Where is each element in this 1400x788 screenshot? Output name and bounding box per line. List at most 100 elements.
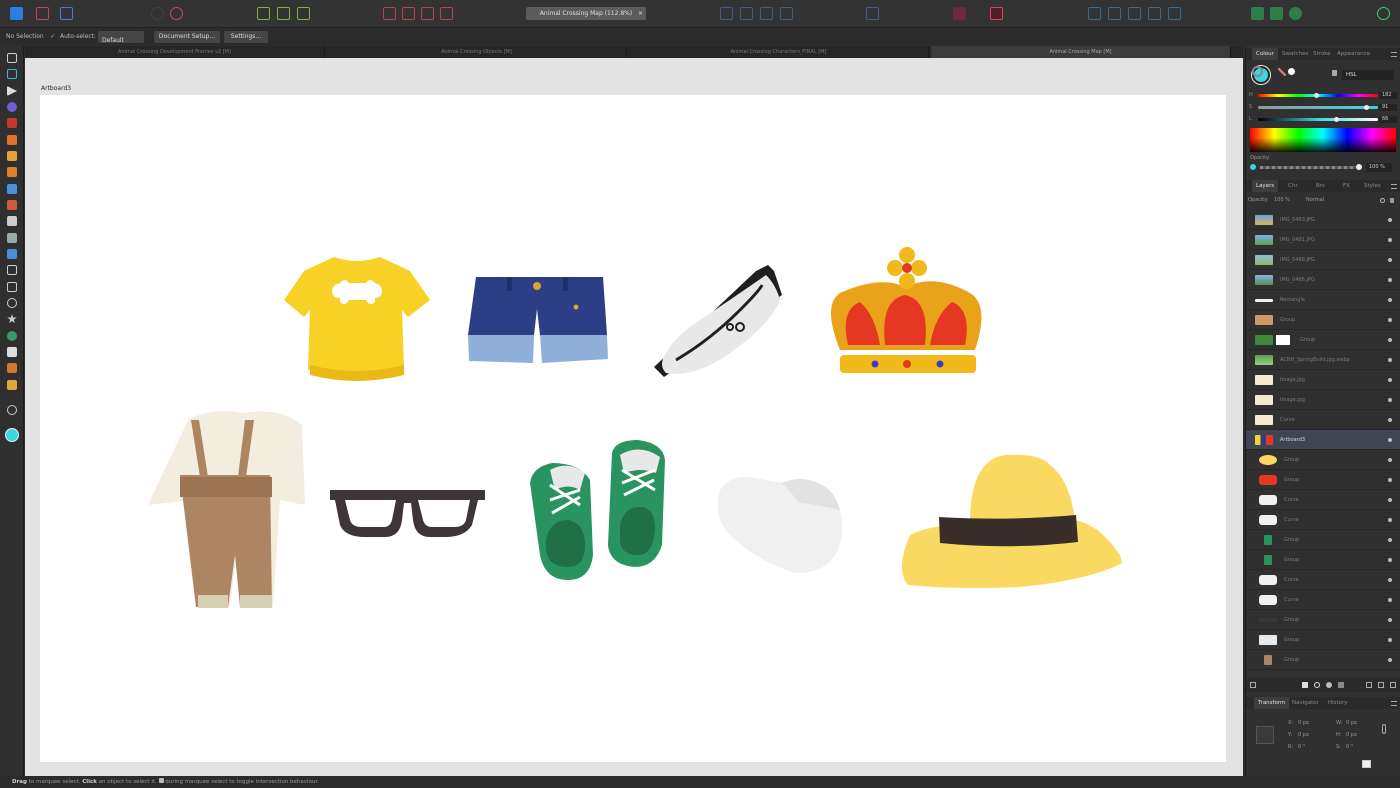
snap-grid-icon[interactable] — [953, 7, 966, 20]
layer-row[interactable]: Group — [1246, 550, 1400, 570]
tab-brushes[interactable]: Brs — [1312, 180, 1329, 192]
snapping-icon[interactable] — [170, 7, 183, 20]
crown-illustration[interactable] — [831, 247, 982, 373]
boolean-add-icon[interactable] — [383, 7, 396, 20]
hue-knob[interactable] — [1314, 93, 1319, 98]
star-tool-icon[interactable] — [7, 314, 17, 324]
document-setup-button[interactable]: Document Setup... — [154, 31, 220, 43]
visibility-icon[interactable] — [1388, 458, 1392, 462]
settings-button[interactable]: Settings... — [224, 31, 268, 43]
insert-icon[interactable] — [1088, 7, 1101, 20]
insert-inside-icon[interactable] — [1108, 7, 1121, 20]
visibility-icon[interactable] — [1388, 238, 1392, 242]
visibility-icon[interactable] — [1388, 398, 1392, 402]
tab-development-frames[interactable]: Animal Crossing Development Frames v2 [M… — [25, 46, 325, 58]
layer-add-icon[interactable] — [1250, 682, 1256, 688]
opacity-knob-icon[interactable] — [1250, 164, 1256, 170]
tab-stroke[interactable]: Stroke — [1309, 48, 1335, 60]
pen-tool-icon[interactable] — [7, 135, 17, 145]
measure-tool-icon[interactable] — [7, 380, 17, 390]
trash-icon[interactable] — [1390, 682, 1396, 688]
layer-row[interactable]: IMG_0481.JPG — [1246, 230, 1400, 250]
fanny-pack-illustration[interactable] — [654, 265, 782, 377]
layer-row[interactable]: ACNH_SpringBuild.jpg.webp — [1246, 350, 1400, 370]
document-select[interactable]: Animal Crossing Map (112.8%) × — [526, 7, 646, 20]
app-logo-icon[interactable] — [10, 7, 23, 20]
saturation-knob[interactable] — [1364, 105, 1369, 110]
tab-layers[interactable]: Layers — [1252, 180, 1279, 192]
lightness-value[interactable]: 66 — [1379, 116, 1397, 123]
close-icon[interactable]: × — [638, 7, 643, 20]
colour-spectrum[interactable] — [1250, 128, 1396, 152]
layer-row[interactable]: Group — [1246, 330, 1400, 350]
layer-row[interactable]: Curve — [1246, 590, 1400, 610]
layer-row[interactable]: IMG_0488.JPG — [1246, 250, 1400, 270]
link-icon[interactable] — [1382, 724, 1386, 734]
layer-row[interactable]: IMG_0483.JPG — [1246, 210, 1400, 230]
place-image-icon[interactable] — [7, 249, 17, 259]
tab-objects[interactable]: Animal Crossing Objects [M] — [327, 46, 627, 58]
lightness-knob[interactable] — [1334, 117, 1339, 122]
adjustment-icon[interactable] — [1314, 682, 1320, 688]
none-colour-icon[interactable] — [1288, 68, 1295, 75]
tab-styles[interactable]: Styles — [1360, 180, 1385, 192]
tab-appearance[interactable]: Appearance — [1333, 48, 1374, 60]
visibility-icon[interactable] — [1388, 438, 1392, 442]
eyedropper-icon[interactable] — [1278, 68, 1286, 76]
opacity-slider[interactable] — [1260, 166, 1356, 169]
visibility-icon[interactable] — [1388, 358, 1392, 362]
layer-row[interactable]: Curve — [1246, 490, 1400, 510]
visibility-icon[interactable] — [1388, 478, 1392, 482]
corner-tool-icon[interactable] — [7, 118, 17, 128]
visibility-icon[interactable] — [1388, 618, 1392, 622]
layer-row[interactable]: Rectangle — [1246, 290, 1400, 310]
overalls-illustration[interactable] — [148, 411, 305, 608]
s-field[interactable]: 0 ° — [1346, 744, 1353, 750]
visibility-icon[interactable] — [1388, 298, 1392, 302]
boolean-xor-icon[interactable] — [440, 7, 453, 20]
mask-layer-icon[interactable] — [1302, 682, 1308, 688]
visibility-icon[interactable] — [1388, 258, 1392, 262]
panel-menu-icon[interactable] — [1391, 52, 1397, 57]
visibility-icon[interactable] — [1388, 658, 1392, 662]
fill-tool-icon[interactable] — [7, 184, 17, 194]
rectangle-tool-icon[interactable] — [7, 282, 17, 292]
settings-icon[interactable] — [1380, 198, 1385, 203]
move-tool-icon[interactable] — [7, 53, 17, 63]
tab-history[interactable]: History — [1324, 697, 1352, 709]
visibility-icon[interactable] — [1388, 278, 1392, 282]
align-icon[interactable] — [277, 7, 290, 20]
paint-brush-icon[interactable] — [7, 200, 17, 210]
insert-behind-icon[interactable] — [1128, 7, 1141, 20]
visibility-icon[interactable] — [1388, 378, 1392, 382]
hue-value[interactable]: 182 — [1379, 92, 1397, 99]
anchor-selector[interactable] — [1256, 726, 1274, 744]
artboard[interactable] — [40, 95, 1226, 762]
opacity-knob[interactable] — [1356, 164, 1362, 170]
visibility-icon[interactable] — [1388, 338, 1392, 342]
layer-row[interactable]: Curve — [1246, 510, 1400, 530]
fx-icon[interactable] — [1326, 682, 1332, 688]
distribute-icon[interactable] — [297, 7, 310, 20]
pixel-persona-icon[interactable] — [36, 7, 49, 20]
tab-navigator[interactable]: Navigator — [1288, 697, 1323, 709]
flip-icon[interactable] — [866, 7, 879, 20]
visibility-icon[interactable] — [1388, 538, 1392, 542]
w-field[interactable]: 0 px — [1346, 720, 1357, 726]
transparency-tool-icon[interactable] — [7, 233, 17, 243]
visibility-icon[interactable] — [1388, 638, 1392, 642]
stroke-colour-well[interactable] — [1252, 66, 1263, 77]
blend-mode-select[interactable]: Normal — [1306, 197, 1324, 203]
visibility-icon[interactable] — [1388, 518, 1392, 522]
socks-illustration[interactable] — [717, 476, 843, 573]
view-mode-icon[interactable] — [151, 7, 164, 20]
saturation-value[interactable]: 91 — [1379, 104, 1397, 111]
straw-hat-illustration[interactable] — [901, 454, 1122, 589]
visibility-icon[interactable] — [1388, 578, 1392, 582]
share-icon[interactable] — [1289, 7, 1302, 20]
visibility-icon[interactable] — [1388, 558, 1392, 562]
auto-select-checkbox[interactable]: ✓ — [50, 33, 55, 40]
lock-icon[interactable] — [1332, 70, 1337, 76]
text-tool-icon[interactable] — [7, 347, 17, 357]
lightness-slider[interactable] — [1258, 117, 1378, 122]
